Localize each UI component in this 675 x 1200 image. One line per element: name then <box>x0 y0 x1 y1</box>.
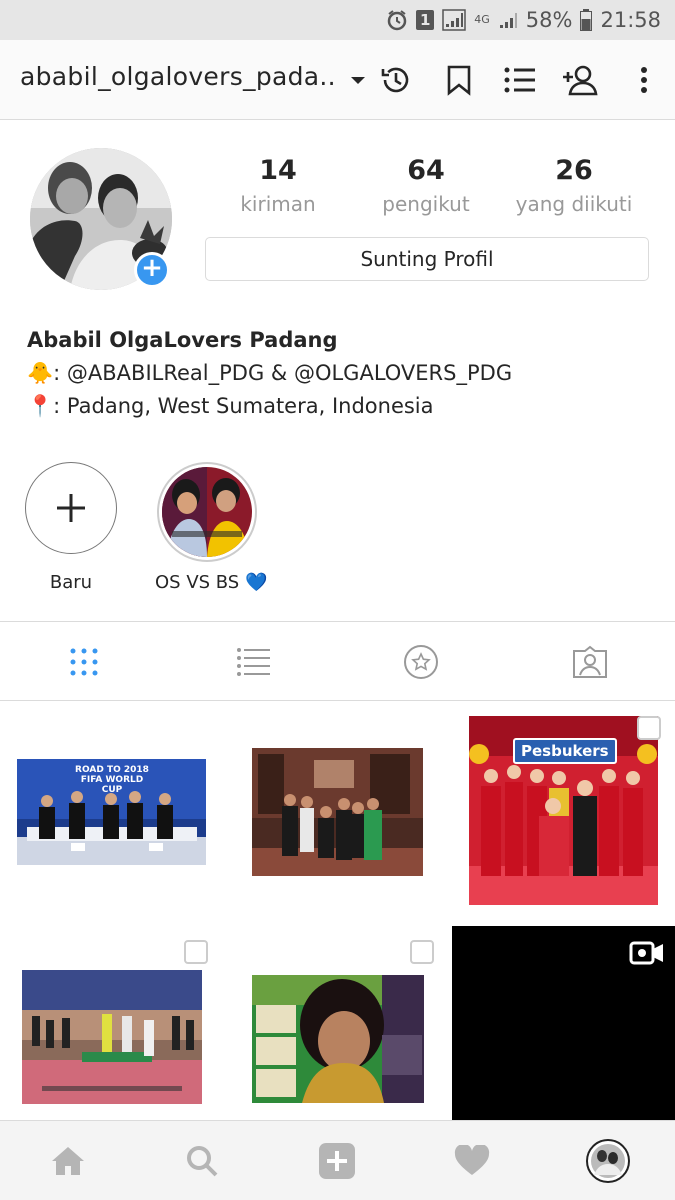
add-person-icon[interactable] <box>558 58 602 102</box>
select-checkbox-3[interactable] <box>637 716 661 740</box>
stat-followers[interactable]: 64 pengikut <box>356 155 496 216</box>
profile-tabs <box>0 621 675 701</box>
highlight-new[interactable]: Baru <box>21 462 121 593</box>
highlight-thumbnail[interactable] <box>157 462 257 562</box>
clock: 21:58 <box>600 8 661 32</box>
bio-line-2: 📍: Padang, West Sumatera, Indonesia <box>27 394 434 419</box>
stat-following-count: 26 <box>555 155 593 186</box>
post-thumbnail-2[interactable] <box>252 748 423 876</box>
signal-2-icon <box>498 10 518 30</box>
home-icon[interactable] <box>48 1141 88 1181</box>
history-icon[interactable] <box>374 58 418 102</box>
stat-following-label: yang diikuti <box>515 192 633 216</box>
stat-following[interactable]: 26 yang diikuti <box>504 155 644 216</box>
plus-icon <box>57 494 85 522</box>
sim-badge: 1 <box>416 10 435 30</box>
status-bar: 1 4G 58% 21:58 <box>0 0 675 40</box>
grid-icon[interactable] <box>64 642 104 682</box>
profile-header: ababil_olgalovers_pada.. <box>0 40 675 120</box>
battery-percent: 58% <box>525 8 573 32</box>
post-thumbnail-5[interactable] <box>252 975 424 1103</box>
bottom-navigation <box>0 1120 675 1200</box>
new-highlight-ring[interactable] <box>25 462 117 554</box>
bio-line-2-text: : Padang, West Sumatera, Indonesia <box>53 394 434 418</box>
star-icon[interactable] <box>401 642 441 682</box>
select-checkbox-5[interactable] <box>410 940 434 964</box>
stat-followers-label: pengikut <box>382 192 470 216</box>
heart-icon[interactable] <box>452 1141 492 1181</box>
alarm-icon <box>386 9 408 31</box>
post-thumbnail-6[interactable] <box>452 926 675 1120</box>
highlight-os-vs-bs-label: OS VS BS 💙 <box>155 572 268 593</box>
list-icon[interactable] <box>233 642 273 682</box>
bio-line-1: 🐥: @ABABILReal_PDG & @OLGALOVERS_PDG <box>27 361 512 386</box>
post-thumbnail-3[interactable]: Pesbukers <box>469 716 658 905</box>
stat-posts-count: 14 <box>259 155 297 186</box>
search-icon[interactable] <box>182 1141 222 1181</box>
profile-avatar[interactable]: + <box>30 148 172 290</box>
stat-posts-label: kiriman <box>240 192 316 216</box>
signal-1-icon <box>442 9 466 31</box>
post-thumbnail-4[interactable] <box>22 970 202 1104</box>
discover-list-icon[interactable] <box>498 58 542 102</box>
video-icon <box>629 940 665 970</box>
tagged-icon[interactable] <box>570 642 610 682</box>
battery-icon <box>580 9 593 31</box>
highlight-os-vs-bs[interactable]: OS VS BS 💙 <box>155 462 268 593</box>
post-thumbnail-1[interactable]: ROAD TO 2018 FIFA WORLD CUP <box>17 759 206 865</box>
account-username[interactable]: ababil_olgalovers_pada.. <box>20 62 336 91</box>
edit-profile-button[interactable]: Sunting Profil <box>205 237 649 281</box>
bio-line-1-text: : @ABABILReal_PDG & @OLGALOVERS_PDG <box>53 361 513 385</box>
stat-posts: 14 kiriman <box>208 155 348 216</box>
new-post-icon[interactable] <box>317 1141 357 1181</box>
pin-emoji: 📍 <box>27 394 54 418</box>
stat-followers-count: 64 <box>407 155 445 186</box>
more-icon[interactable] <box>622 58 666 102</box>
chick-emoji: 🐥 <box>27 361 54 385</box>
network-type: 4G <box>474 13 490 26</box>
bookmark-icon[interactable] <box>437 58 481 102</box>
select-checkbox-4[interactable] <box>184 940 208 964</box>
pesbukers-logo-text: Pesbukers <box>513 738 617 764</box>
profile-display-name: Ababil OlgaLovers Padang <box>27 328 338 352</box>
highlight-new-label: Baru <box>49 572 93 593</box>
profile-tab-avatar[interactable] <box>585 1138 631 1184</box>
worldcup-caption: ROAD TO 2018 FIFA WORLD CUP <box>75 765 149 795</box>
add-story-button[interactable]: + <box>134 252 170 288</box>
